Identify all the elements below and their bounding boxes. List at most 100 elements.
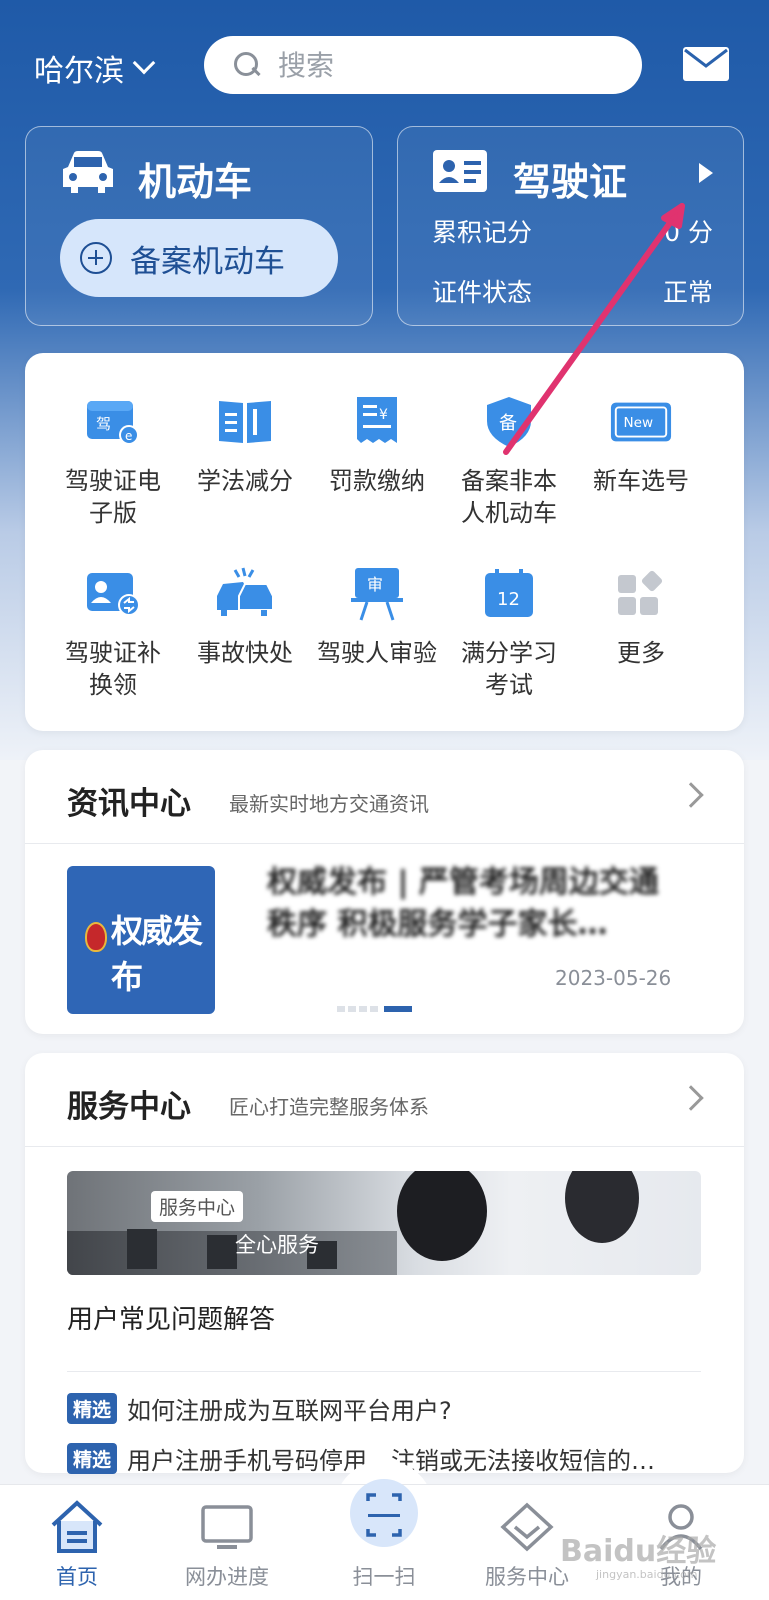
fine-receipt-icon: ¥ bbox=[357, 397, 397, 443]
service-label-line1: 更多 bbox=[617, 639, 665, 667]
news-thumbnail[interactable]: 权威发布 bbox=[67, 866, 215, 1014]
status-value: 正常 bbox=[662, 278, 713, 307]
carousel-dot bbox=[370, 1006, 378, 1012]
shield-register-icon: 备 bbox=[487, 397, 531, 447]
police-emblem-icon bbox=[85, 922, 107, 952]
calendar-12-icon: 12 bbox=[485, 569, 533, 617]
car-icon bbox=[63, 151, 113, 193]
svg-text:备: 备 bbox=[499, 413, 517, 434]
watermark-text: Baidu经验 bbox=[560, 1534, 717, 1569]
driver-review-icon: 审 bbox=[351, 568, 403, 621]
carousel-dot bbox=[337, 1006, 345, 1012]
featured-badge: 精选 bbox=[67, 1393, 118, 1424]
service-label-line2: 子版 bbox=[89, 499, 137, 527]
status-label: 证件状态 bbox=[432, 278, 533, 307]
service-label-line1: 驾驶人审验 bbox=[317, 639, 437, 667]
service-full-score-study[interactable]: 12 满分学习 考试 bbox=[443, 565, 575, 701]
svg-text:¥: ¥ bbox=[379, 407, 388, 423]
divider bbox=[67, 1371, 701, 1372]
featured-badge: 精选 bbox=[67, 1443, 118, 1474]
news-title: 资讯中心 bbox=[67, 786, 191, 822]
service-e-license[interactable]: 驾e 驾驶证电子版 bbox=[47, 393, 179, 529]
chevron-right-icon[interactable] bbox=[678, 1085, 704, 1111]
nav-progress[interactable]: 网办进度 bbox=[162, 1485, 292, 1600]
diamond-service-icon bbox=[500, 1502, 554, 1552]
search-bar[interactable] bbox=[204, 36, 642, 94]
service-driver-review[interactable]: 审 驾驶人审验 bbox=[311, 565, 443, 669]
nav-label: 首页 bbox=[56, 1565, 98, 1589]
faq-item[interactable]: 精选 如何注册成为互联网平台用户? bbox=[67, 1391, 701, 1426]
nav-label: 网办进度 bbox=[185, 1565, 269, 1589]
banner-agent bbox=[565, 1171, 639, 1243]
service-label-line1: 罚款缴纳 bbox=[329, 467, 425, 495]
id-card-icon bbox=[433, 150, 487, 192]
service-banner[interactable]: 服务中心 全心服务 bbox=[67, 1171, 701, 1275]
service-accident[interactable]: 事故快处 bbox=[179, 565, 311, 669]
arrow-right-icon[interactable] bbox=[699, 163, 713, 183]
svg-text:审: 审 bbox=[367, 575, 383, 594]
e-license-icon: 驾e bbox=[87, 401, 139, 445]
status-row: 证件状态 正常 bbox=[432, 273, 713, 309]
plus-circle-icon bbox=[80, 242, 112, 274]
service-label-line1: 新车选号 bbox=[593, 467, 689, 495]
city-selector[interactable]: 哈尔滨 bbox=[34, 46, 156, 90]
service-center-title: 服务中心 bbox=[67, 1089, 191, 1125]
watermark: Baidu经验 jingyan.baidu.com bbox=[560, 1526, 716, 1581]
service-label-line1: 事故快处 bbox=[197, 639, 293, 667]
service-new-plate[interactable]: New 新车选号 bbox=[575, 393, 707, 497]
nav-scan[interactable]: 扫一扫 bbox=[319, 1479, 449, 1600]
points-unit: 分 bbox=[687, 218, 713, 247]
points-label: 累积记分 bbox=[432, 218, 533, 247]
accident-icon bbox=[217, 567, 274, 616]
more-grid-icon bbox=[618, 570, 663, 615]
banner-monitor bbox=[207, 1235, 237, 1269]
news-subtitle: 最新实时地方交通资讯 bbox=[229, 792, 429, 816]
city-label: 哈尔滨 bbox=[34, 54, 124, 89]
svg-text:e: e bbox=[125, 429, 132, 443]
nav-home[interactable]: 首页 bbox=[12, 1485, 142, 1600]
banner-slogan: 全心服务 bbox=[235, 1233, 319, 1257]
service-study-reduce[interactable]: 学法减分 bbox=[179, 393, 311, 497]
news-header[interactable]: 资讯中心 最新实时地方交通资讯 bbox=[25, 750, 744, 844]
home-icon bbox=[51, 1500, 103, 1553]
license-card-title: 驾驶证 bbox=[513, 160, 628, 204]
add-vehicle-label: 备案机动车 bbox=[130, 243, 285, 280]
watermark-sub: jingyan.baidu.com bbox=[596, 1568, 698, 1581]
service-center-header[interactable]: 服务中心 匠心打造完整服务体系 bbox=[25, 1053, 744, 1147]
banner-tag: 服务中心 bbox=[151, 1191, 244, 1222]
service-more[interactable]: 更多 bbox=[575, 565, 707, 669]
news-thumb-text: 权威发布 bbox=[111, 912, 203, 996]
service-fine-payment[interactable]: ¥ 罚款缴纳 bbox=[311, 393, 443, 497]
mail-icon[interactable] bbox=[682, 46, 730, 82]
service-label-line2: 换领 bbox=[89, 671, 137, 699]
service-label-line1: 驾驶证补 bbox=[65, 639, 161, 667]
service-register-other-vehicle[interactable]: 备 备案非本人机动车 bbox=[443, 393, 575, 529]
services-grid-card: 驾e 驾驶证电子版 学法减分 ¥ 罚款缴纳 备 备案非本人机动车 New 新车选… bbox=[25, 353, 744, 731]
faq-title[interactable]: 用户常见问题解答 bbox=[67, 1299, 275, 1336]
vehicle-card: 机动车 备案机动车 bbox=[25, 126, 373, 326]
add-vehicle-button[interactable]: 备案机动车 bbox=[60, 219, 338, 297]
news-card: 资讯中心 最新实时地方交通资讯 权威发布 权威发布 | 严管考场周边交通秩序 积… bbox=[25, 750, 744, 1034]
service-center-card: 服务中心 匠心打造完整服务体系 服务中心 全心服务 用户常见问题解答 精选 如何… bbox=[25, 1053, 744, 1475]
service-label-line1: 满分学习 bbox=[461, 639, 557, 667]
service-label-line1: 驾驶证电 bbox=[65, 467, 161, 495]
points-row: 累积记分 0 分 bbox=[432, 213, 713, 249]
carousel-dot bbox=[359, 1006, 367, 1012]
chevron-right-icon[interactable] bbox=[678, 782, 704, 808]
service-label-line2: 人机动车 bbox=[461, 499, 557, 527]
news-date: 2023-05-26 bbox=[555, 966, 672, 990]
service-label-line1: 备案非本 bbox=[461, 467, 557, 495]
carousel-dot-active bbox=[384, 1006, 412, 1012]
new-plate-icon: New bbox=[610, 402, 672, 442]
banner-agent bbox=[397, 1171, 487, 1261]
vehicle-card-title: 机动车 bbox=[138, 160, 253, 204]
svg-text:New: New bbox=[624, 415, 654, 431]
monitor-icon bbox=[201, 1505, 253, 1549]
service-license-renew[interactable]: 驾驶证补 换领 bbox=[47, 565, 179, 701]
svg-text:12: 12 bbox=[497, 589, 520, 610]
search-input[interactable] bbox=[278, 48, 618, 82]
license-card[interactable]: 驾驶证 累积记分 0 分 证件状态 正常 bbox=[397, 126, 744, 326]
faq-question: 如何注册成为互联网平台用户? bbox=[127, 1397, 452, 1425]
news-headline[interactable]: 权威发布 | 严管考场周边交通秩序 积极服务学子家长… bbox=[267, 862, 687, 946]
service-center-subtitle: 匠心打造完整服务体系 bbox=[229, 1095, 429, 1119]
